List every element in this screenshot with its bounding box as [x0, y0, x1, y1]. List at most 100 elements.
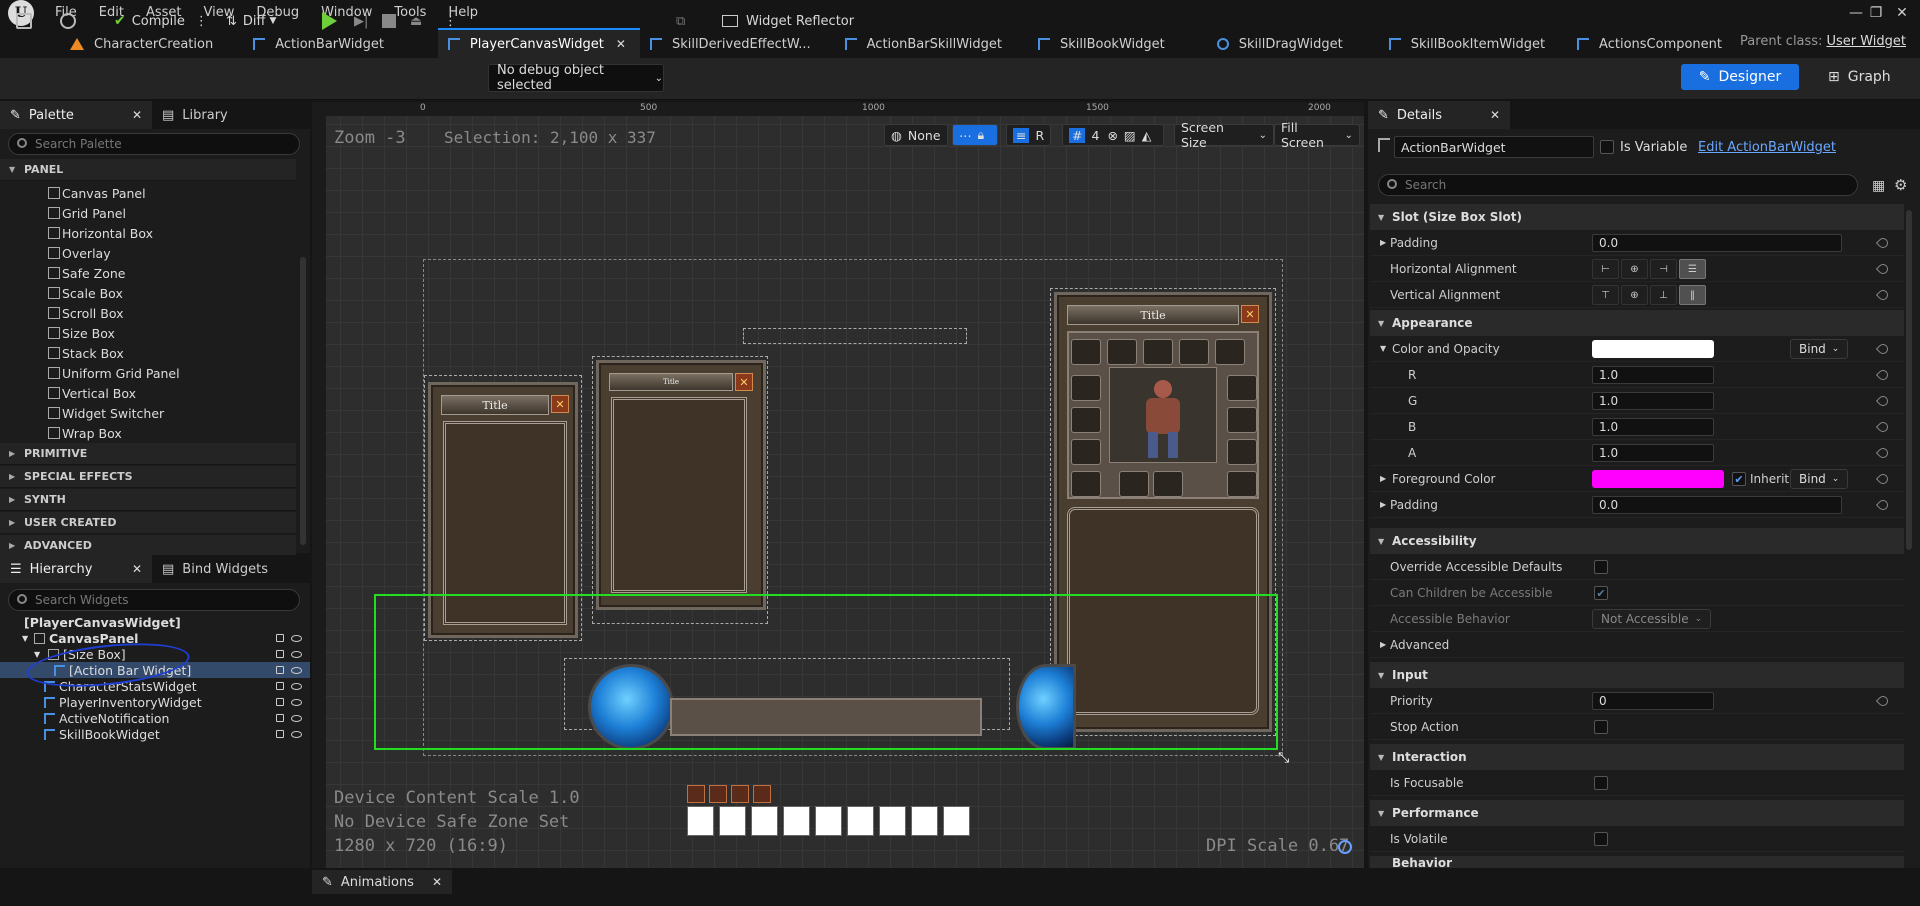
action-slot[interactable]: [751, 806, 778, 836]
color-opacity-swatch[interactable]: [1592, 340, 1714, 358]
designer-viewport[interactable]: Title ✕ Title ✕ Title ✕ ⤡ Zoom -3 Select…: [318, 102, 1364, 868]
palette-item-scroll-box[interactable]: Scroll Box: [48, 303, 123, 323]
align-right-icon[interactable]: ⊣: [1650, 259, 1677, 279]
close-window-icon[interactable]: ✕: [1882, 0, 1920, 26]
visibility-icon[interactable]: [291, 650, 302, 658]
palette-item-widget-switcher[interactable]: Widget Switcher: [48, 403, 164, 423]
align-fill-icon[interactable]: ☰: [1679, 259, 1706, 279]
widget-reflector-button[interactable]: Widget Reflector: [722, 8, 854, 34]
equipment-slot[interactable]: [1227, 407, 1257, 433]
category-user-created[interactable]: ▶ USER CREATED: [0, 512, 296, 534]
search-palette-input[interactable]: Search Palette: [8, 133, 300, 155]
action-slot[interactable]: [879, 806, 906, 836]
edit-widget-link[interactable]: Edit ActionBarWidget: [1698, 140, 1836, 155]
inherit-checkbox[interactable]: ✔: [1732, 472, 1746, 486]
lock-icon[interactable]: [276, 666, 284, 674]
r-input[interactable]: 1.0: [1592, 366, 1714, 384]
action-slot[interactable]: [719, 806, 746, 836]
player-inventory-frame[interactable]: Title ✕: [596, 360, 766, 610]
b-input[interactable]: 1.0: [1592, 418, 1714, 436]
section-performance[interactable]: ▼ Performance: [1370, 800, 1904, 826]
play-button[interactable]: [322, 8, 337, 34]
visibility-icon[interactable]: [291, 730, 302, 738]
expand-icon[interactable]: ▼: [1380, 344, 1386, 353]
selection-outline[interactable]: [374, 594, 1278, 750]
palette-tab[interactable]: ✎ Palette ✕: [0, 101, 152, 129]
designer-button[interactable]: ✎ Designer: [1681, 64, 1799, 90]
animations-tab[interactable]: ✎ Animations ✕: [312, 870, 453, 894]
section-accessibility[interactable]: ▼ Accessibility: [1370, 528, 1904, 554]
category-panel[interactable]: ▼ PANEL: [0, 159, 296, 181]
equipment-slot[interactable]: [1119, 471, 1149, 497]
action-slot[interactable]: [815, 806, 842, 836]
action-slot[interactable]: [911, 806, 938, 836]
skill-arrow-icon[interactable]: [753, 785, 771, 803]
tab-actionbarskillwidget[interactable]: ActionBarSkillWidget: [835, 28, 1016, 58]
reset-icon[interactable]: [1875, 497, 1891, 512]
find-in-world-icon[interactable]: ⧉: [676, 8, 685, 34]
palette-item-canvas-panel[interactable]: Canvas Panel: [48, 183, 146, 203]
parent-class-link[interactable]: User Widget: [1826, 34, 1906, 49]
g-input[interactable]: 1.0: [1592, 392, 1714, 410]
respect-locks-button[interactable]: ≡ R: [1006, 124, 1052, 146]
more-options-icon[interactable]: ⋮: [444, 8, 457, 34]
reset-icon[interactable]: [1875, 341, 1891, 356]
equipment-slot[interactable]: [1071, 471, 1101, 497]
category-advanced[interactable]: ▶ ADVANCED: [0, 535, 296, 557]
priority-input[interactable]: 0: [1592, 692, 1714, 710]
close-tab-icon[interactable]: ✕: [132, 562, 142, 576]
lock-icon[interactable]: [276, 714, 284, 722]
visibility-icon[interactable]: [291, 698, 302, 706]
graph-button[interactable]: ⊞ Graph: [1828, 64, 1891, 90]
visibility-icon[interactable]: [291, 634, 302, 642]
fill-screen-dropdown[interactable]: Fill Screen ⌄: [1274, 120, 1360, 150]
align-fill-vertical-icon[interactable]: ‖: [1679, 285, 1706, 305]
tab-playercanvaswidget[interactable]: PlayerCanvasWidget ✕: [437, 28, 640, 58]
close-tab-icon[interactable]: ✕: [1490, 108, 1500, 122]
equipment-slot[interactable]: [1227, 471, 1257, 497]
hierarchy-row-active-notification[interactable]: ActiveNotification: [0, 710, 310, 726]
palette-item-vertical-box[interactable]: Vertical Box: [48, 383, 136, 403]
resize-handle-icon[interactable]: ⤡: [1278, 750, 1289, 766]
details-tab[interactable]: ✎ Details ✕: [1368, 101, 1510, 129]
equipment-slot[interactable]: [1107, 339, 1137, 365]
debug-object-select[interactable]: No debug object selected ⌄: [488, 63, 664, 93]
align-bottom-icon[interactable]: ⊥: [1650, 285, 1677, 305]
library-tab[interactable]: ▤ Library: [152, 101, 238, 129]
hierarchy-row-root[interactable]: [PlayerCanvasWidget]: [0, 614, 310, 630]
category-synth[interactable]: ▶ SYNTH: [0, 489, 296, 511]
localization-preview-button[interactable]: ◍ None: [884, 124, 948, 146]
search-widgets-input[interactable]: Search Widgets: [8, 589, 300, 611]
section-slot[interactable]: ▼ Slot (Size Box Slot): [1370, 204, 1904, 230]
close-tab-icon[interactable]: ✕: [616, 37, 626, 51]
category-special-effects[interactable]: ▶ SPECIAL EFFECTS: [0, 466, 296, 488]
bind-button[interactable]: Bind ⌄: [1790, 469, 1849, 489]
category-primitive[interactable]: ▶ PRIMITIVE: [0, 443, 296, 465]
tab-skillbookwidget[interactable]: SkillBookWidget: [1028, 28, 1179, 58]
visibility-icon[interactable]: [291, 682, 302, 690]
lock-icon[interactable]: [276, 682, 284, 690]
reset-icon[interactable]: [1875, 693, 1891, 708]
section-behavior[interactable]: Behavior: [1370, 856, 1904, 868]
equipment-slot[interactable]: [1071, 339, 1101, 365]
equipment-slot[interactable]: [1215, 339, 1245, 365]
lock-icon[interactable]: [276, 634, 284, 642]
equipment-slot[interactable]: [1227, 439, 1257, 465]
palette-item-horizontal-box[interactable]: Horizontal Box: [48, 223, 153, 243]
expand-icon[interactable]: ▶: [1380, 474, 1386, 483]
table-view-icon[interactable]: ▦: [1872, 178, 1885, 194]
is-variable-checkbox[interactable]: [1600, 140, 1614, 154]
lock-icon[interactable]: [276, 650, 284, 658]
volatile-checkbox[interactable]: [1594, 832, 1608, 846]
palette-item-overlay[interactable]: Overlay: [48, 243, 111, 263]
palette-scrollbar[interactable]: [300, 257, 306, 545]
action-slot[interactable]: [783, 806, 810, 836]
reset-icon[interactable]: [1875, 367, 1891, 382]
visibility-icon[interactable]: [291, 714, 302, 722]
visibility-icon[interactable]: [291, 666, 302, 674]
hierarchy-tab[interactable]: ☰ Hierarchy ✕: [0, 555, 152, 583]
equipment-slot[interactable]: [1143, 339, 1173, 365]
stop-action-checkbox[interactable]: [1594, 720, 1608, 734]
property-advanced[interactable]: ▶ Advanced: [1370, 632, 1904, 658]
hierarchy-row-skill-book[interactable]: SkillBookWidget: [0, 726, 310, 742]
